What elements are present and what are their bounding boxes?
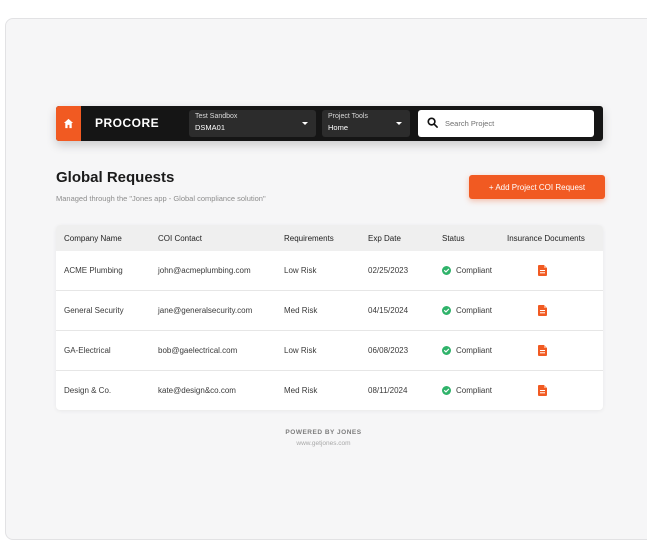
table-row[interactable]: Design & Co. kate@design&co.com Med Risk… xyxy=(56,370,603,410)
coi-contact-cell[interactable]: john@acmeplumbing.com xyxy=(158,251,251,290)
search-placeholder: Search Project xyxy=(445,119,495,128)
exp-date-cell: 04/15/2024 xyxy=(368,306,409,315)
coi-contact-cell[interactable]: bob@gaelectrical.com xyxy=(158,331,237,370)
table-body: ACME Plumbing john@acmeplumbing.com Low … xyxy=(56,251,603,410)
caret-down-icon xyxy=(396,122,402,125)
status-label: Compliant xyxy=(456,306,493,315)
coi-contact-cell[interactable]: jane@generalsecurity.com xyxy=(158,291,252,330)
table-row[interactable]: GA-Electrical bob@gaelectrical.com Low R… xyxy=(56,330,603,370)
status-cell: Compliant xyxy=(442,371,492,410)
requirements-cell: Low Risk xyxy=(284,266,317,275)
company-select-label: Test Sandbox xyxy=(195,113,238,120)
requirements-cell: Med Risk xyxy=(284,386,318,395)
project-tools-select[interactable]: Project Tools Home xyxy=(322,110,410,137)
exp-date-cell: 02/25/2023 xyxy=(368,266,409,275)
table-row[interactable]: ACME Plumbing john@acmeplumbing.com Low … xyxy=(56,251,603,290)
add-project-coi-request-button[interactable]: + Add Project COI Request xyxy=(469,175,605,199)
status-label: Compliant xyxy=(456,386,493,395)
page-subtitle: Managed through the "Jones app - Global … xyxy=(56,194,266,203)
home-icon xyxy=(63,118,74,129)
powered-by-text: POWERED BY JONES xyxy=(285,429,362,436)
column-header[interactable]: COI Contact xyxy=(158,225,202,251)
document-icon[interactable] xyxy=(538,265,547,276)
exp-date-cell: 06/08/2023 xyxy=(368,346,409,355)
column-header[interactable]: Insurance Documents xyxy=(507,225,585,251)
coi-contact-cell[interactable]: kate@design&co.com xyxy=(158,371,236,410)
table-header: Company Name COI Contact Requirements Ex… xyxy=(56,225,603,251)
company-name-cell: GA-Electrical xyxy=(64,346,111,355)
status-cell: Compliant xyxy=(442,331,492,370)
status-cell: Compliant xyxy=(442,291,492,330)
company-name-cell: ACME Plumbing xyxy=(64,266,123,275)
column-header[interactable]: Company Name xyxy=(64,225,122,251)
company-select[interactable]: Test Sandbox DSMA01 xyxy=(189,110,316,137)
procore-logo[interactable]: PROCORE xyxy=(95,116,159,130)
status-cell: Compliant xyxy=(442,251,492,290)
company-name-cell: Design & Co. xyxy=(64,386,112,395)
project-tools-label: Project Tools xyxy=(328,113,368,120)
caret-down-icon xyxy=(302,122,308,125)
check-circle-icon xyxy=(442,306,451,315)
project-tools-value: Home xyxy=(328,123,349,132)
page-title: Global Requests xyxy=(56,169,175,186)
document-icon[interactable] xyxy=(538,305,547,316)
insurance-document-cell[interactable] xyxy=(538,331,547,370)
footer-url-link[interactable]: www.getjones.com xyxy=(0,440,647,447)
search-icon xyxy=(427,117,438,128)
document-icon[interactable] xyxy=(538,385,547,396)
insurance-document-cell[interactable] xyxy=(538,251,547,290)
company-name-cell: General Security xyxy=(64,306,124,315)
requirements-cell: Low Risk xyxy=(284,346,317,355)
column-header[interactable]: Exp Date xyxy=(368,225,401,251)
check-circle-icon xyxy=(442,386,451,395)
top-navbar: PROCORE Test Sandbox DSMA01 Project Tool… xyxy=(56,106,603,141)
check-circle-icon xyxy=(442,266,451,275)
column-header[interactable]: Status xyxy=(442,225,465,251)
status-label: Compliant xyxy=(456,266,493,275)
insurance-document-cell[interactable] xyxy=(538,371,547,410)
document-icon[interactable] xyxy=(538,345,547,356)
company-select-value: DSMA01 xyxy=(195,123,226,132)
search-input[interactable]: Search Project xyxy=(418,110,594,137)
check-circle-icon xyxy=(442,346,451,355)
status-label: Compliant xyxy=(456,346,493,355)
requirements-cell: Med Risk xyxy=(284,306,318,315)
requests-table: Company Name COI Contact Requirements Ex… xyxy=(56,225,603,410)
column-header[interactable]: Requirements xyxy=(284,225,334,251)
exp-date-cell: 08/11/2024 xyxy=(368,386,408,395)
insurance-document-cell[interactable] xyxy=(538,291,547,330)
home-button[interactable] xyxy=(56,106,81,141)
table-row[interactable]: General Security jane@generalsecurity.co… xyxy=(56,290,603,330)
